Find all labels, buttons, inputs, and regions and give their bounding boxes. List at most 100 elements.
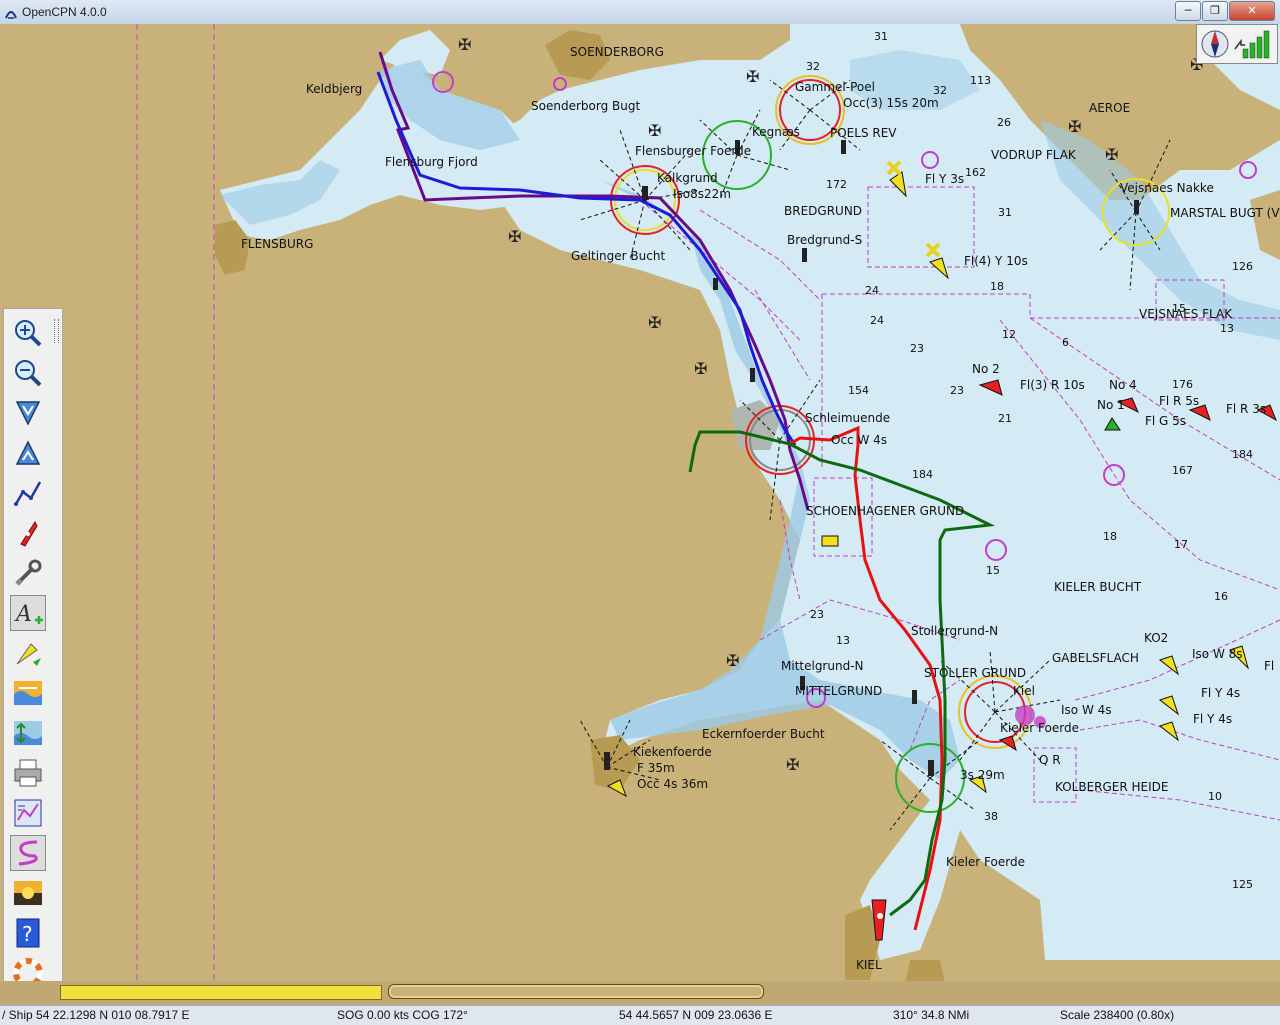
sounding: 162 <box>965 166 986 179</box>
light-label: F 35m <box>637 761 675 775</box>
svg-text:✠: ✠ <box>1105 145 1118 164</box>
place-label: Kieler Foerde <box>946 855 1025 869</box>
buoy-label: No 1 <box>1097 398 1125 412</box>
scale-in-icon[interactable] <box>10 395 46 431</box>
window-title: OpenCPN 4.0.0 <box>22 5 107 19</box>
place-label: Schleimuende <box>805 411 891 425</box>
place-label: Vejsnaes Nakke <box>1120 181 1214 195</box>
color-scheme-icon[interactable] <box>10 875 46 911</box>
place-label: Bredgrund-S <box>787 233 863 247</box>
place-label: Geltinger Bucht <box>571 249 666 263</box>
light-label: Occ W 4s <box>831 433 888 447</box>
svg-text:✠: ✠ <box>694 359 707 378</box>
tide2-icon[interactable] <box>10 715 46 751</box>
sounding: 113 <box>970 74 991 87</box>
place-label: POELS REV <box>830 126 897 140</box>
place-label: SCHOENHAGENER GRUND <box>806 504 965 518</box>
sounding: 23 <box>910 342 924 355</box>
light-label: Fl R 5s <box>1159 394 1200 408</box>
tide-icon[interactable] <box>10 675 46 711</box>
place-label: GABELSFLACH <box>1052 651 1139 665</box>
sounding: 24 <box>865 284 879 297</box>
zoom-in-icon[interactable] <box>10 315 46 351</box>
sounding: 172 <box>826 178 847 191</box>
close-button[interactable]: ✕ <box>1229 1 1275 21</box>
svg-text:✠: ✠ <box>648 313 661 332</box>
light-label: Occ(3) 15s 20m <box>843 96 939 110</box>
place-label: Kalkgrund <box>657 171 718 185</box>
nautical-chart[interactable]: ✠ ✠ ✠ ✠ ✠ ✠ ✠ ✠ ✠ ✠ ✠ <box>0 24 1280 981</box>
sounding: 21 <box>998 412 1012 425</box>
sounding: 18 <box>1103 530 1117 543</box>
scale-out-icon[interactable] <box>10 435 46 471</box>
chart-canvas[interactable]: ✠ ✠ ✠ ✠ ✠ ✠ ✠ ✠ ✠ ✠ ✠ 31 32 32 <box>0 24 1280 981</box>
buoy-label: No 4 <box>1109 378 1137 392</box>
place-label: Kieler Foerde <box>1000 721 1079 735</box>
sounding: 184 <box>1232 448 1253 461</box>
title-bar: OpenCPN 4.0.0 ─ ❐ ✕ <box>0 0 1280 25</box>
svg-text:✠: ✠ <box>458 35 471 54</box>
print-icon[interactable] <box>10 755 46 791</box>
place-label: KIEL <box>856 958 882 972</box>
place-label: Flensburg Fjord <box>385 155 478 169</box>
light-label: Occ 4s 36m <box>637 777 709 791</box>
main-toolbar: A ? <box>3 308 63 994</box>
place-label: BREDGRUND <box>784 204 863 218</box>
sounding: 126 <box>1232 260 1253 273</box>
place-label: Flensburger Foerde <box>635 144 752 158</box>
light-label: Iso8s22m <box>673 187 731 201</box>
compass-widget[interactable] <box>1196 24 1278 64</box>
status-bar: / Ship 54 22.1298 N 010 08.7917 E SOG 0.… <box>0 1005 1280 1025</box>
place-label: Kegnæs <box>752 125 800 139</box>
place-label: VEJSNAES FLAK <box>1139 307 1233 321</box>
light-label: Fl Y 4s <box>1193 712 1233 726</box>
place-label: MARSTAL BUGT (V <box>1170 206 1280 220</box>
sounding: 125 <box>1232 878 1253 891</box>
text-icon[interactable]: A <box>10 595 46 631</box>
ship-position: / Ship 54 22.1298 N 010 08.7917 E <box>2 1008 190 1022</box>
chart-key-active[interactable] <box>60 985 382 1000</box>
toolbar-grip[interactable] <box>54 319 59 343</box>
route-icon[interactable] <box>10 475 46 511</box>
svg-text:✠: ✠ <box>508 227 521 246</box>
light-label: Fl <box>1264 659 1275 673</box>
route-manager-icon[interactable] <box>10 795 46 831</box>
maximize-button[interactable]: ❐ <box>1202 1 1228 21</box>
follow-icon[interactable] <box>10 515 46 551</box>
sounding: 31 <box>998 206 1012 219</box>
chart-key-quilt[interactable] <box>388 984 764 999</box>
track-icon[interactable] <box>10 835 46 871</box>
help-icon[interactable]: ? <box>10 915 46 951</box>
sounding: 176 <box>1172 378 1193 391</box>
chart-scale: Scale 238400 (0.80x) <box>1060 1008 1175 1022</box>
light-label: Fl R 3s <box>1226 402 1267 416</box>
place-label: Keldbjerg <box>306 82 363 96</box>
place-label: Kiel <box>1013 684 1035 698</box>
light-label: Fl Y 3s <box>925 172 965 186</box>
light-label: Iso W 8s <box>1192 647 1243 661</box>
light-label: Fl(3) R 10s <box>1020 378 1085 392</box>
buoy-label: No 2 <box>972 362 1000 376</box>
place-label: VODRUP FLAK <box>991 148 1076 162</box>
place-label: MITTELGRUND <box>795 684 883 698</box>
place-label: SOENDERBORG <box>570 45 664 59</box>
light-label: Q R <box>1039 753 1061 767</box>
svg-text:A: A <box>14 602 32 627</box>
place-label: KIELER BUCHT <box>1054 580 1142 594</box>
place-label: Soenderborg Bugt <box>531 99 641 113</box>
place-label: KOLBERGER HEIDE <box>1055 780 1169 794</box>
place-label: FLENSBURG <box>241 237 314 251</box>
zoom-out-icon[interactable] <box>10 355 46 391</box>
sounding: 10 <box>1208 790 1222 803</box>
sounding: 16 <box>1214 590 1228 603</box>
sounding: 24 <box>870 314 884 327</box>
svg-text:✠: ✠ <box>746 67 759 86</box>
place-label: Gammel-Poel <box>795 80 875 94</box>
minimize-button[interactable]: ─ <box>1175 1 1201 21</box>
place-label: STOLLER GRUND <box>924 666 1027 680</box>
options-icon[interactable] <box>10 555 46 591</box>
current-icon[interactable] <box>10 635 46 671</box>
sounding: 26 <box>997 116 1011 129</box>
svg-text:✠: ✠ <box>1068 117 1081 136</box>
sounding: 12 <box>1002 328 1016 341</box>
